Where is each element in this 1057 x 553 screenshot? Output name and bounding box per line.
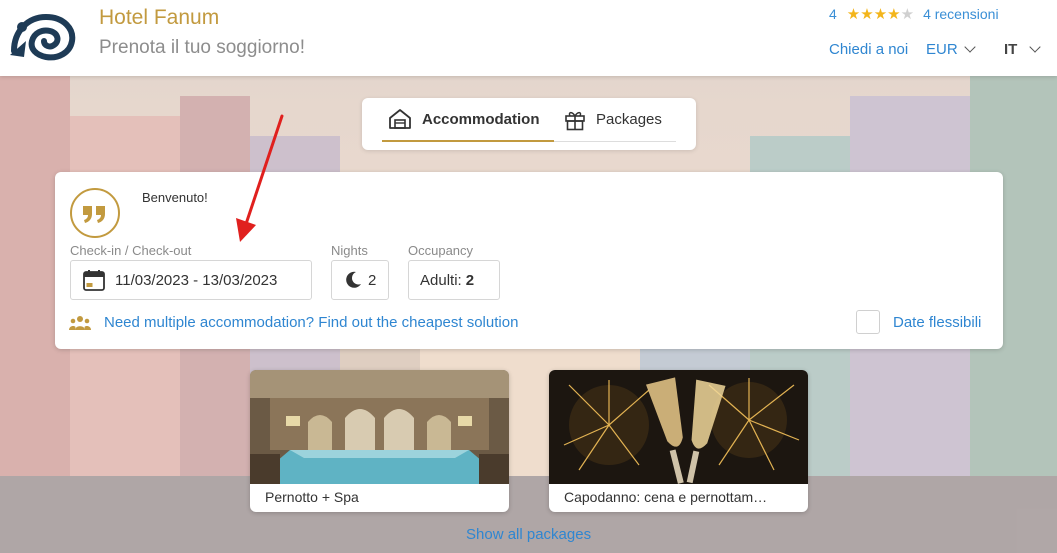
occupancy-field[interactable]: Adulti: 2 [408, 260, 500, 300]
show-all-packages-link[interactable]: Show all packages [466, 526, 591, 543]
nights-label: Nights [331, 243, 368, 258]
multi-accommodation-text: Need multiple accommodation? Find out th… [104, 314, 519, 331]
site-header: Hotel Fanum Prenota il tuo soggiorno! 4 … [0, 0, 1057, 76]
currency-select[interactable]: EUR [926, 41, 976, 58]
package-card[interactable]: Pernotto + Spa [250, 370, 509, 512]
flexible-dates-checkbox[interactable] [856, 310, 880, 334]
booking-form: Benvenuto! Check-in / Check-out 11/03/20… [55, 172, 1003, 349]
star-icon: ★ [873, 5, 888, 23]
tab-packages[interactable]: Packages [554, 98, 676, 142]
occupancy-prefix: Adulti: [420, 271, 462, 289]
package-title: Capodanno: cena e pernottam… [564, 489, 768, 505]
package-image-champagne [549, 370, 808, 484]
occupancy-value: 2 [465, 271, 475, 289]
nights-field[interactable]: 2 [331, 260, 389, 300]
star-icon: ★ [887, 5, 901, 23]
group-icon [69, 315, 91, 330]
star-icon: ★ [860, 5, 874, 23]
annotation-arrow [236, 114, 284, 242]
occupancy-label: Occupancy [408, 243, 474, 258]
tab-accommodation[interactable]: Accommodation [382, 98, 554, 142]
reviews-link[interactable]: 4 recensioni [923, 6, 999, 22]
star-icon: ★ [846, 5, 861, 23]
nights-value: 2 [368, 271, 377, 289]
package-image-spa [250, 370, 509, 484]
hotel-name: Hotel Fanum [99, 6, 220, 29]
date-range-value: 11/03/2023 - 13/03/2023 [115, 271, 278, 289]
quote-icon [70, 188, 120, 238]
welcome-message: Benvenuto! [142, 190, 208, 205]
currency-value: EUR [926, 41, 958, 58]
star-icon: ★ [900, 5, 915, 23]
contact-link[interactable]: Chiedi a noi [829, 41, 908, 58]
booking-tabs: Accommodation Packages [362, 98, 696, 150]
moon-icon [346, 271, 361, 288]
language-value: IT [1004, 41, 1018, 58]
rating-value: 4 [829, 6, 837, 22]
package-title: Pernotto + Spa [265, 489, 359, 505]
tab-packages-label: Packages [596, 111, 662, 128]
flexible-dates-option[interactable]: Date flessibili [856, 310, 981, 334]
package-card[interactable]: Capodanno: cena e pernottam… [549, 370, 808, 512]
gift-icon [565, 111, 585, 130]
hotel-logo[interactable] [8, 11, 78, 61]
flexible-dates-label: Date flessibili [893, 313, 982, 331]
multi-accommodation-link[interactable]: Need multiple accommodation? Find out th… [69, 314, 518, 331]
calendar-icon [83, 270, 105, 291]
dates-label: Check-in / Check-out [70, 243, 192, 258]
tagline: Prenota il tuo soggiorno! [99, 37, 305, 58]
chevron-down-icon [964, 41, 976, 53]
tab-accommodation-label: Accommodation [422, 110, 540, 128]
house-icon [389, 109, 411, 129]
date-range-field[interactable]: 11/03/2023 - 13/03/2023 [70, 260, 312, 300]
language-select[interactable]: IT [1004, 41, 1042, 58]
rating-summary[interactable]: 4 ★ ★ ★ ★ ★ 4 recensioni [829, 6, 999, 22]
chevron-down-icon [1029, 41, 1042, 53]
rating-stars: ★ ★ ★ ★ ★ [847, 7, 914, 22]
